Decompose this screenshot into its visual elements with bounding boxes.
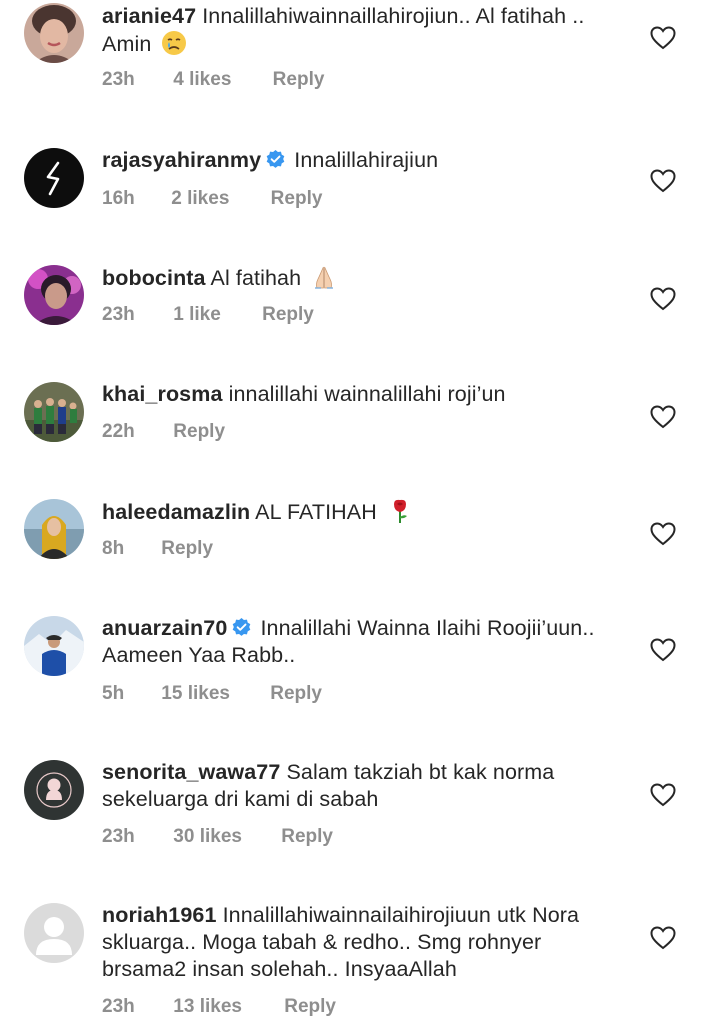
avatar[interactable] [24,499,84,559]
reply-button[interactable]: Reply [270,683,322,705]
comment-meta: 22h Reply [102,421,225,443]
comment-text: rajasyahiranmy Innalillahirajiun [102,147,622,174]
verified-badge-icon [265,149,286,170]
comment-username[interactable]: rajasyahiranmy [102,148,261,172]
like-heart-icon[interactable] [650,926,676,950]
comment-meta: 5h 15 likes Reply [102,683,322,705]
avatar[interactable] [24,3,84,63]
comment-body: AL FATIHAH [255,500,377,524]
comment-username[interactable]: arianie47 [102,4,196,28]
comment-likes[interactable]: 13 likes [173,996,242,1018]
comment-likes[interactable]: 15 likes [161,683,230,705]
avatar[interactable] [24,760,84,820]
comment-meta: 23h 4 likes Reply [102,69,324,91]
reply-button[interactable]: Reply [262,304,314,326]
comment-text: haleedamazlin AL FATIHAH [102,498,622,526]
avatar[interactable] [24,148,84,208]
comment-username[interactable]: haleedamazlin [102,500,250,524]
like-heart-icon[interactable] [650,522,676,546]
avatar[interactable] [24,616,84,676]
comment-time: 23h [102,996,135,1017]
comment-time: 23h [102,69,135,90]
comment-time: 23h [102,826,135,847]
comment-body: Al fatihah [210,266,302,290]
reply-button[interactable]: Reply [173,421,225,443]
comment-time: 23h [102,304,135,325]
folded-hands-icon [311,264,337,290]
comment-text: bobocinta Al fatihah [102,264,622,292]
comment-likes[interactable]: 30 likes [173,826,242,848]
reply-button[interactable]: Reply [161,538,213,560]
comment-text: arianie47 Innalillahiwainnaillahirojiun.… [102,3,622,58]
like-heart-icon[interactable] [650,638,676,662]
comment-username[interactable]: anuarzain70 [102,616,227,640]
crying-face-icon [161,30,187,56]
comment-meta: 16h 2 likes Reply [102,188,322,210]
comment-meta: 8h Reply [102,538,213,560]
like-heart-icon[interactable] [650,169,676,193]
comment-time: 8h [102,538,125,559]
comment-text: anuarzain70 Innalillahi Wainna Ilaihi Ro… [102,615,622,669]
comment-likes[interactable]: 2 likes [171,188,229,210]
comment-time: 5h [102,683,125,704]
comment-username[interactable]: bobocinta [102,266,206,290]
comment-body: Innalillahirajiun [294,148,439,172]
reply-button[interactable]: Reply [271,188,323,210]
comment-text: senorita_wawa77 Salam takziah bt kak nor… [102,759,622,813]
comment-meta: 23h 1 like Reply [102,304,314,326]
reply-button[interactable]: Reply [273,69,325,91]
comment-body: innalillahi wainnalillahi roji’un [228,382,506,406]
rose-icon [387,498,413,524]
comment-username[interactable]: noriah1961 [102,903,217,927]
avatar[interactable] [24,903,84,963]
comment-meta: 23h 13 likes Reply [102,996,336,1018]
comment-likes[interactable]: 1 like [173,304,221,326]
like-heart-icon[interactable] [650,26,676,50]
comment-text: noriah1961 Innalillahiwainnailaihirojiuu… [102,902,622,983]
reply-button[interactable]: Reply [284,996,336,1018]
like-heart-icon[interactable] [650,405,676,429]
verified-badge-icon [231,617,252,638]
comment-username[interactable]: senorita_wawa77 [102,760,280,784]
like-heart-icon[interactable] [650,287,676,311]
avatar[interactable] [24,265,84,325]
like-heart-icon[interactable] [650,783,676,807]
comment-time: 22h [102,421,135,442]
comment-time: 16h [102,188,135,209]
avatar[interactable] [24,382,84,442]
comment-username[interactable]: khai_rosma [102,382,223,406]
comment-meta: 23h 30 likes Reply [102,826,333,848]
comment-likes[interactable]: 4 likes [173,69,231,91]
reply-button[interactable]: Reply [281,826,333,848]
comment-text: khai_rosma innalillahi wainnalillahi roj… [102,381,622,408]
